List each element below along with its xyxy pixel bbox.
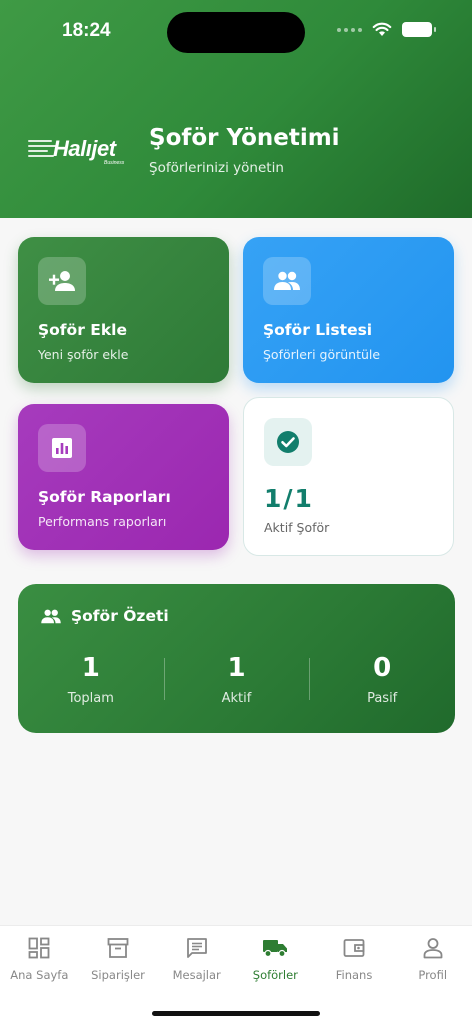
add-driver-title: Şoför Ekle: [38, 321, 127, 339]
active-drivers-card: 1/1 Aktif Şoför: [243, 397, 454, 556]
summary-title: Şoför Özeti: [71, 607, 169, 625]
header: 18:24 Halıjet Business Şoför Yönetimi Şo…: [0, 0, 472, 218]
tab-drivers[interactable]: Şoförler: [236, 936, 315, 982]
person-add-icon: [49, 271, 75, 291]
summary-stat-value: 1: [81, 653, 100, 683]
summary-stat-value: 1: [227, 653, 246, 683]
group-icon: [274, 271, 300, 290]
status-time: 18:24: [62, 20, 111, 41]
active-drivers-icon-box: [264, 418, 312, 466]
active-drivers-label: Aktif Şoför: [264, 520, 330, 535]
driver-reports-subtitle: Performans raporları: [38, 514, 167, 529]
page-title: Şoför Yönetimi: [149, 125, 340, 151]
tab-label: Şoförler: [252, 968, 298, 982]
driver-reports-icon-box: [38, 424, 86, 472]
add-driver-card[interactable]: Şoför Ekle Yeni şoför ekle: [18, 237, 229, 383]
tab-label: Siparişler: [91, 968, 145, 982]
bottom-tab-bar: Ana Sayfa Siparişler Mesajlar Şoförler F…: [0, 925, 472, 1024]
add-driver-subtitle: Yeni şoför ekle: [38, 347, 129, 362]
signal-icon: [337, 27, 362, 32]
brand-name: Halıjet: [53, 136, 116, 161]
battery-icon: [402, 22, 436, 37]
wallet-icon: [343, 939, 365, 957]
active-drivers-value: 1/1: [264, 484, 314, 513]
brand-sub: Business: [104, 160, 125, 166]
summary-stat-label: Toplam: [67, 691, 114, 706]
dynamic-island: [167, 12, 305, 53]
chart-icon: [52, 438, 72, 458]
driver-list-icon-box: [263, 257, 311, 305]
truck-icon: [263, 940, 288, 958]
person-icon: [423, 938, 443, 959]
tab-label: Finans: [335, 968, 373, 982]
driver-reports-title: Şoför Raporları: [38, 488, 171, 506]
group-icon: [41, 609, 61, 623]
summary-stat-total: 1 Toplam: [18, 652, 164, 712]
dashboard-icon: [28, 937, 50, 959]
tab-profile[interactable]: Profil: [393, 936, 472, 982]
driver-reports-card[interactable]: Şoför Raporları Performans raporları: [18, 404, 229, 550]
driver-list-subtitle: Şoförleri görüntüle: [263, 347, 381, 362]
message-icon: [186, 938, 207, 958]
wifi-icon: [372, 22, 392, 36]
tab-label: Profil: [418, 968, 448, 982]
tab-label: Ana Sayfa: [10, 968, 69, 982]
tab-finance[interactable]: Finans: [315, 936, 394, 982]
summary-stat-label: Aktif: [221, 691, 252, 706]
page-subtitle: Şoförlerinizi yönetin: [149, 160, 284, 176]
driver-list-title: Şoför Listesi: [263, 321, 373, 339]
tab-home[interactable]: Ana Sayfa: [0, 936, 79, 982]
tab-label: Mesajlar: [172, 968, 221, 982]
archive-icon: [107, 938, 129, 958]
driver-summary-panel: Şoför Özeti 1 Toplam 1 Aktif 0 Pasif: [18, 584, 455, 733]
status-bar: 18:24: [0, 0, 472, 64]
summary-stat-label: Pasif: [367, 691, 398, 706]
check-circle-icon: [277, 431, 299, 453]
summary-header: Şoför Özeti: [40, 607, 169, 625]
summary-stat-active: 1 Aktif: [163, 652, 310, 712]
brand-logo: Halıjet Business: [28, 132, 138, 172]
add-driver-icon-box: [38, 257, 86, 305]
summary-stats: 1 Toplam 1 Aktif 0 Pasif: [18, 652, 455, 712]
driver-list-card[interactable]: Şoför Listesi Şoförleri görüntüle: [243, 237, 454, 383]
tab-messages[interactable]: Mesajlar: [157, 936, 236, 982]
tab-orders[interactable]: Siparişler: [79, 936, 158, 982]
summary-stat-value: 0: [373, 653, 392, 683]
status-icons: [337, 22, 436, 37]
home-indicator[interactable]: [152, 1011, 320, 1016]
summary-stat-passive: 0 Pasif: [309, 652, 455, 712]
